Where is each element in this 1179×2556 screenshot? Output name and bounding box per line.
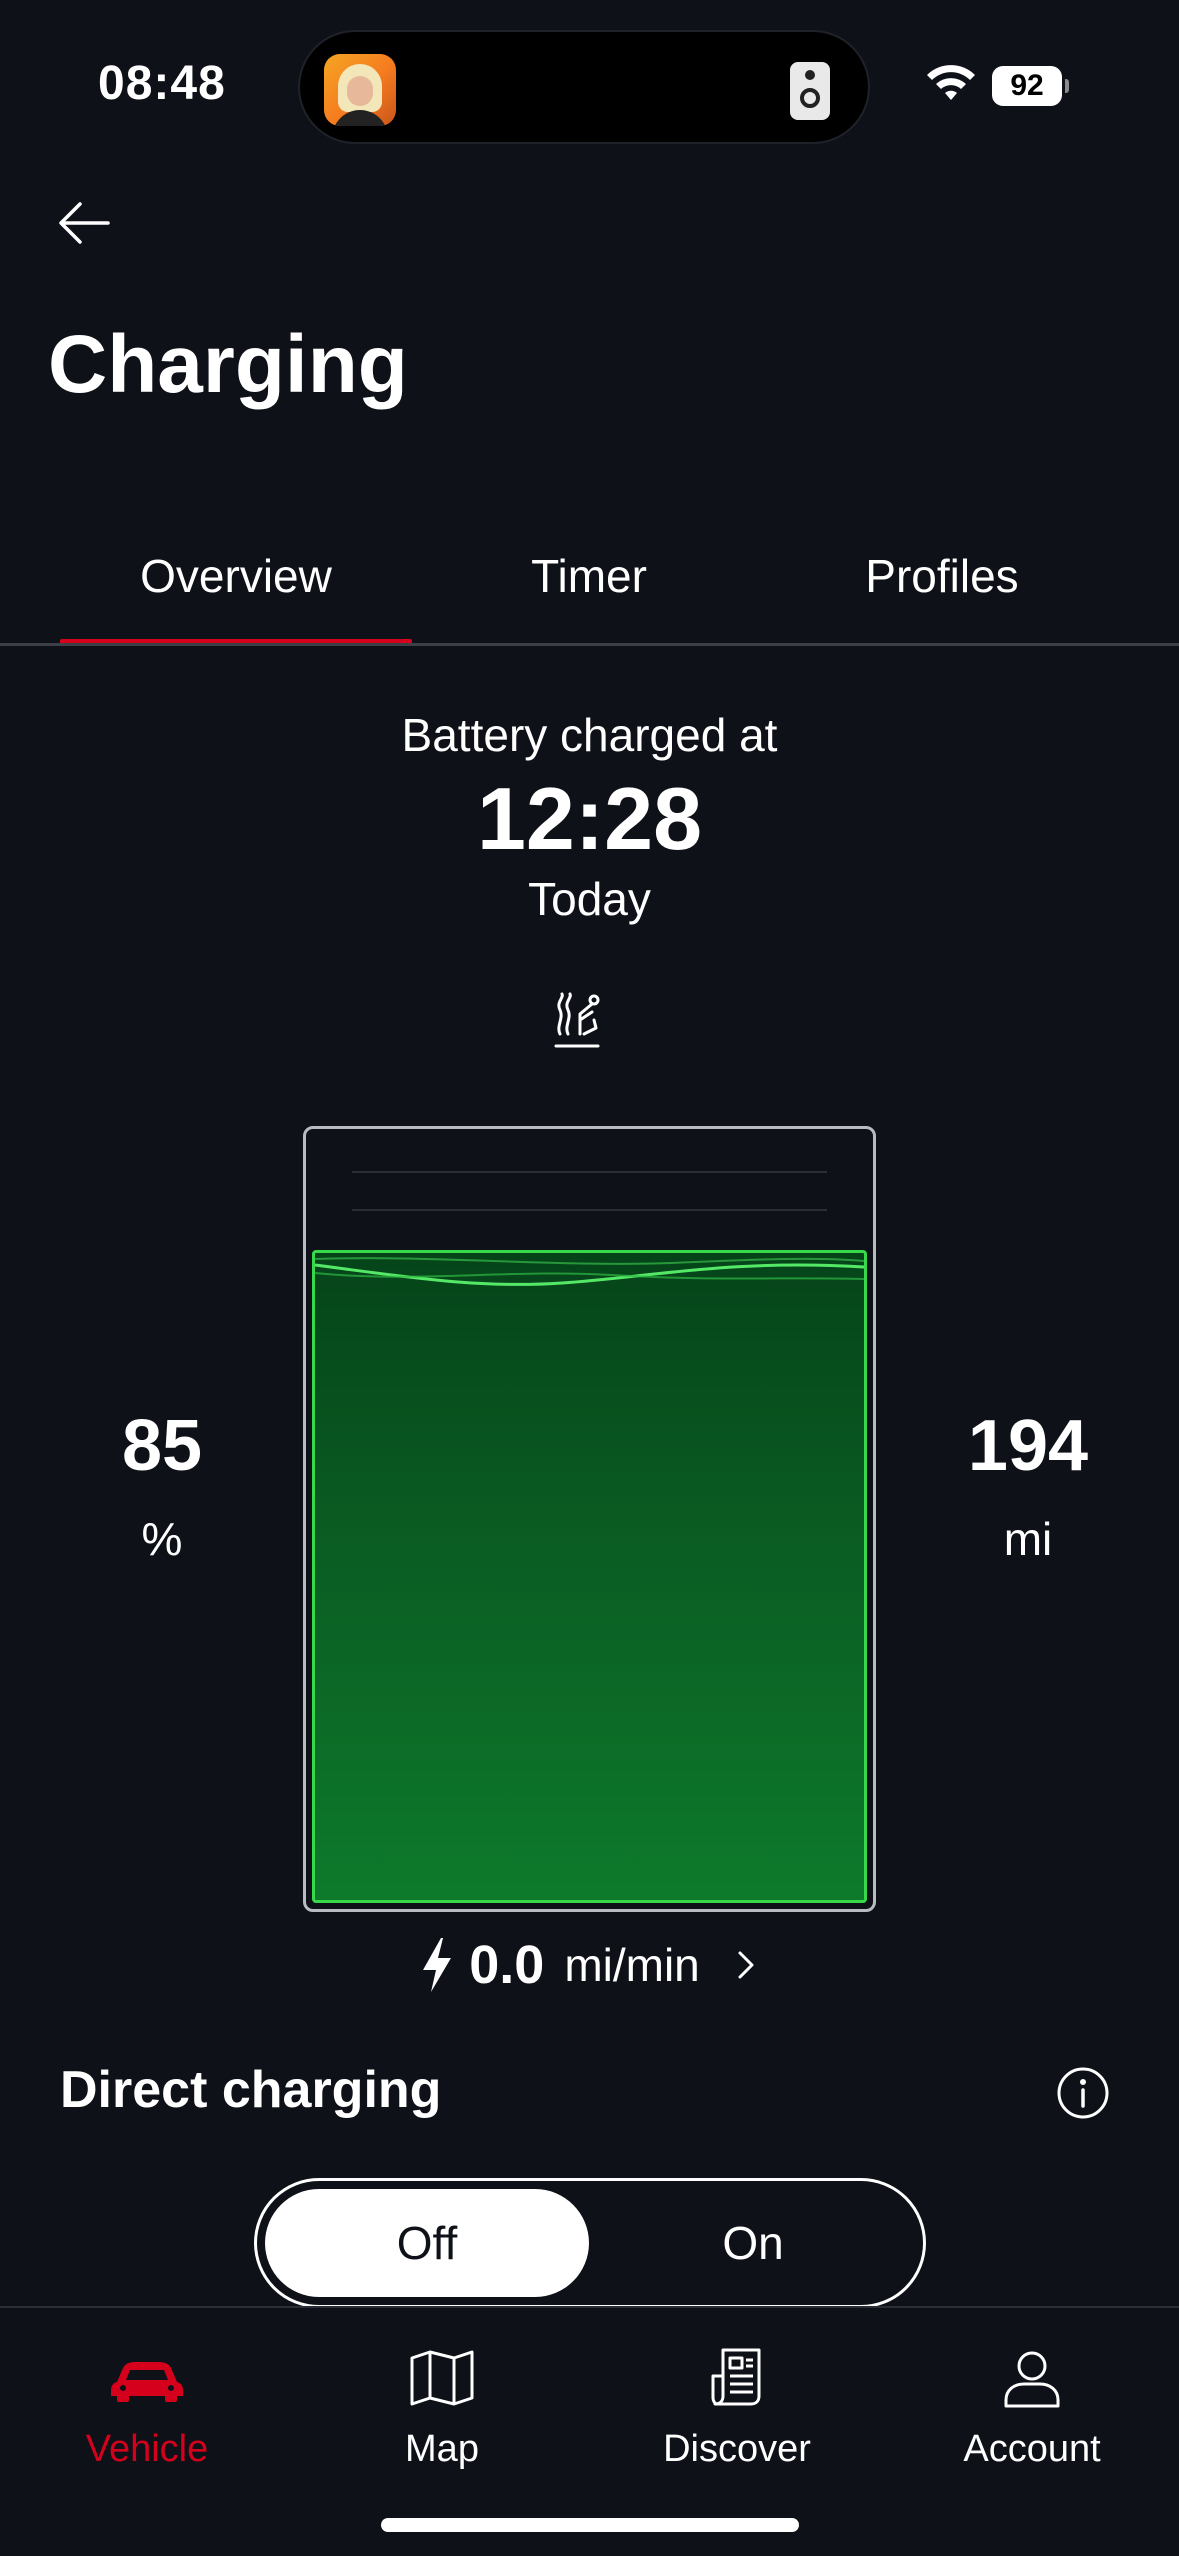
charged-at-time: 12:28 [476,769,703,868]
nav-account[interactable]: Account [885,2308,1179,2478]
charging-rate-row[interactable]: 0.0 mi/min [0,1934,1179,2014]
tabs-divider [0,643,1179,646]
page-title: Charging [48,319,408,410]
charged-at-label: Battery charged at [401,709,778,761]
battery-icon: 92 [992,66,1069,106]
battery-percent-value: 85 [121,1406,203,1486]
nav-discover-label: Discover [663,2428,811,2470]
home-indicator[interactable] [381,2518,799,2532]
charged-at-day: Today [528,873,651,925]
tab-overview[interactable]: Overview [60,530,412,646]
battery-gauge [303,1126,876,1912]
nav-vehicle-label: Vehicle [85,2428,209,2470]
dynamic-island[interactable] [298,30,870,144]
charging-rate-value: 0.0 [469,1935,545,1995]
nav-account-label: Account [963,2428,1101,2470]
status-time: 08:48 [98,57,226,110]
bolt-icon [423,1938,452,1992]
gauge-level-line [352,1209,827,1211]
toggle-off-option[interactable]: Off [265,2189,589,2297]
nav-vehicle[interactable]: Vehicle [0,2308,294,2478]
charging-rate-unit: mi/min [564,1939,700,1991]
nav-discover[interactable]: Discover [590,2308,884,2478]
info-icon[interactable] [1056,2066,1110,2120]
chevron-right-icon [738,1951,754,1979]
gauge-level-line [352,1171,827,1173]
tab-timer[interactable]: Timer [413,530,765,646]
media-artwork [324,54,396,126]
nav-map[interactable]: Map [295,2308,589,2478]
nav-map-label: Map [405,2428,479,2470]
news-icon [711,2348,761,2406]
speaker-icon [790,62,830,120]
tab-profiles[interactable]: Profiles [766,530,1118,646]
range-value: 194 [967,1406,1089,1486]
battery-fill [312,1250,867,1903]
direct-charging-title: Direct charging [60,2061,442,2119]
back-button[interactable] [56,198,112,248]
direct-charging-toggle[interactable]: Off On [254,2178,926,2308]
toggle-on-option[interactable]: On [591,2189,915,2297]
range-unit: mi [1003,1513,1053,1565]
car-icon [111,2362,183,2402]
seat-heat-icon [554,992,600,1048]
battery-percent-unit: % [141,1513,183,1565]
wifi-icon [927,65,975,100]
map-icon [410,2350,474,2406]
charging-screen: 08:48 92 Charging Overview Timer Profile… [0,0,1179,2556]
tab-bar: Overview Timer Profiles [0,530,1179,646]
user-icon [1004,2351,1060,2408]
battery-wave [315,1257,864,1286]
